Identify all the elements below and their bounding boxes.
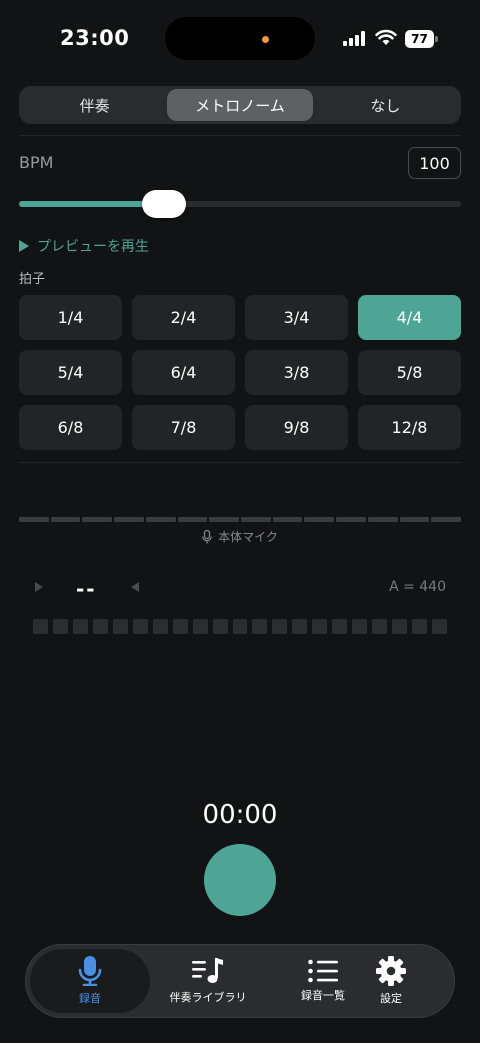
tab-record[interactable]: 録音 bbox=[30, 949, 150, 1013]
tuner-note: -- bbox=[76, 577, 97, 601]
status-time: 23:00 bbox=[60, 26, 130, 50]
time-signature-option[interactable]: 12/8 bbox=[358, 405, 461, 450]
sharp-indicator-icon bbox=[131, 582, 139, 592]
input-source-label: 本体マイク bbox=[218, 530, 278, 544]
gear-icon bbox=[376, 956, 406, 986]
music-list-icon bbox=[192, 958, 223, 983]
tab-accompaniment-library-label: 伴奏ライブラリ bbox=[169, 991, 247, 1004]
play-icon bbox=[19, 240, 29, 252]
divider bbox=[19, 462, 461, 463]
segment-metronome[interactable]: メトロノーム bbox=[167, 89, 313, 121]
microphone-icon bbox=[202, 529, 212, 543]
tab-recordings-label: 録音一覧 bbox=[301, 989, 345, 1002]
bpm-slider[interactable] bbox=[19, 190, 461, 218]
segment-accompaniment[interactable]: 伴奏 bbox=[22, 89, 167, 121]
time-signature-option[interactable]: 1/4 bbox=[19, 295, 122, 340]
tab-record-label: 録音 bbox=[79, 992, 101, 1005]
time-signature-option[interactable]: 9/8 bbox=[245, 405, 348, 450]
bpm-slider-thumb[interactable] bbox=[142, 190, 186, 218]
input-level-meter bbox=[19, 517, 462, 522]
mic-indicator-dot bbox=[262, 36, 269, 43]
accompaniment-mode-segmented-control: 伴奏 メトロノーム なし bbox=[19, 86, 461, 124]
dynamic-island bbox=[165, 17, 315, 60]
battery-level: 77 bbox=[405, 30, 434, 48]
divider bbox=[19, 135, 461, 136]
tuner-meter bbox=[33, 619, 448, 634]
time-signature-option[interactable]: 3/8 bbox=[245, 350, 348, 395]
status-bar: 23:00 77 bbox=[0, 0, 480, 78]
time-signature-option[interactable]: 2/4 bbox=[132, 295, 235, 340]
battery-icon: 77 bbox=[405, 30, 438, 48]
time-signature-option[interactable]: 3/4 bbox=[245, 295, 348, 340]
segment-none[interactable]: なし bbox=[313, 89, 458, 121]
record-button[interactable] bbox=[204, 844, 276, 916]
bpm-value-field[interactable]: 100 bbox=[408, 147, 461, 179]
time-signature-label: 拍子 bbox=[19, 272, 46, 287]
tuner: -- A = 440 bbox=[0, 575, 480, 601]
tab-accompaniment-library[interactable]: 伴奏ライブラリ bbox=[152, 949, 264, 1013]
time-signature-option[interactable]: 6/8 bbox=[19, 405, 122, 450]
time-signature-grid: 1/4 2/4 3/4 4/4 5/4 6/4 3/8 5/8 6/8 7/8 … bbox=[19, 295, 461, 450]
microphone-icon bbox=[78, 956, 102, 986]
time-signature-option[interactable]: 5/8 bbox=[358, 350, 461, 395]
input-source[interactable]: 本体マイク bbox=[0, 528, 480, 545]
tab-settings-label: 設定 bbox=[380, 992, 402, 1005]
preview-play-button[interactable]: プレビューを再生 bbox=[19, 236, 149, 256]
preview-label: プレビューを再生 bbox=[37, 239, 149, 255]
time-signature-option[interactable]: 5/4 bbox=[19, 350, 122, 395]
time-signature-option-selected[interactable]: 4/4 bbox=[358, 295, 461, 340]
tab-bar: 録音 伴奏ライブラリ 録音一覧 設定 bbox=[25, 944, 455, 1018]
wifi-icon bbox=[375, 29, 397, 45]
cellular-signal-icon bbox=[343, 31, 367, 46]
time-signature-option[interactable]: 6/4 bbox=[132, 350, 235, 395]
tab-settings[interactable]: 設定 bbox=[348, 949, 434, 1013]
recording-timer: 00:00 bbox=[202, 800, 278, 830]
time-signature-option[interactable]: 7/8 bbox=[132, 405, 235, 450]
tuner-reference[interactable]: A = 440 bbox=[389, 579, 446, 595]
bpm-label: BPM bbox=[19, 153, 54, 172]
flat-indicator-icon bbox=[35, 582, 43, 592]
list-icon bbox=[308, 959, 338, 983]
